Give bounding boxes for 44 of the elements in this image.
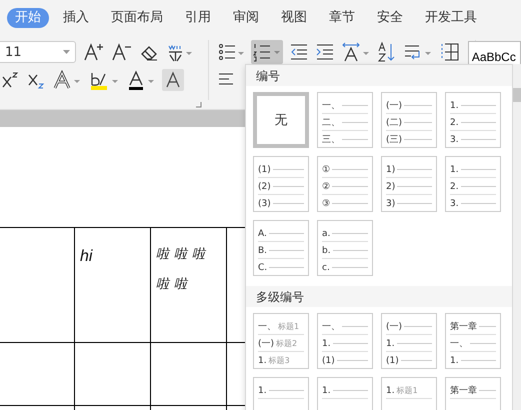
numbering-option[interactable]: (一) 1. (1): [381, 313, 437, 369]
sort-icon[interactable]: [376, 41, 397, 63]
numbering-option[interactable]: 1.: [317, 377, 373, 410]
caret-icon: [63, 50, 71, 54]
numbered-list-icon[interactable]: [250, 40, 283, 64]
section-header: 多级编号: [246, 286, 512, 307]
table-cell: 啦啦啦啦啦: [150, 228, 226, 342]
numbering-option[interactable]: ① ② ③: [317, 156, 373, 212]
bullet-list-icon[interactable]: [216, 41, 245, 63]
ribbon-tab[interactable]: 插入: [55, 8, 97, 28]
font-size-field[interactable]: 11: [0, 41, 76, 63]
numbering-option[interactable]: 一、 标题1 (一) 标题2 1. 标题3: [253, 313, 309, 369]
ribbon-tab[interactable]: 开发工具: [417, 8, 485, 28]
ribbon-tab[interactable]: 页面布局: [103, 8, 171, 28]
numbering-option[interactable]: 第一章 一、 1.: [445, 313, 501, 369]
numbering-option[interactable]: 1. 2. 3.: [445, 156, 501, 212]
numbering-option[interactable]: 一、 1. (1): [317, 313, 373, 369]
numbering-option[interactable]: 第一章: [445, 377, 501, 410]
ribbon-tab[interactable]: 审阅: [225, 8, 267, 28]
grow-font-icon[interactable]: [82, 41, 104, 63]
numbering-option[interactable]: A. B. C.: [253, 220, 309, 276]
numbering-option[interactable]: a. b. c.: [317, 220, 373, 276]
section-header: 编号: [246, 65, 512, 86]
text-effect-icon[interactable]: [52, 69, 82, 91]
dialog-launcher-icon[interactable]: [196, 102, 202, 108]
character-shading-icon[interactable]: [162, 69, 184, 91]
numbering-option[interactable]: (1) (2) (3): [253, 156, 309, 212]
numbering-option[interactable]: (一) (二) (三): [381, 92, 437, 148]
ribbon-tab[interactable]: 章节: [321, 8, 363, 28]
numbering-option[interactable]: 1. 标题1: [381, 377, 437, 410]
ribbon-tab[interactable]: 视图: [273, 8, 315, 28]
numbering-option[interactable]: 1) 2) 3): [381, 156, 437, 212]
numbering-option[interactable]: 无: [253, 92, 309, 148]
numbering-option[interactable]: 1. 2. 3.: [445, 92, 501, 148]
ribbon-tab[interactable]: 安全: [369, 8, 411, 28]
table-cell: hi: [74, 228, 150, 342]
scrollbar-thumb[interactable]: [513, 88, 521, 102]
numbering-option[interactable]: 1.: [253, 377, 309, 410]
character-spacing-icon[interactable]: [340, 41, 371, 63]
shrink-font-icon[interactable]: [110, 41, 132, 63]
ribbon-tab[interactable]: 引用: [177, 8, 219, 28]
table-border-icon[interactable]: [438, 41, 461, 63]
font-color-icon[interactable]: [126, 69, 156, 91]
numbering-option[interactable]: 一、 二、 三、: [317, 92, 373, 148]
